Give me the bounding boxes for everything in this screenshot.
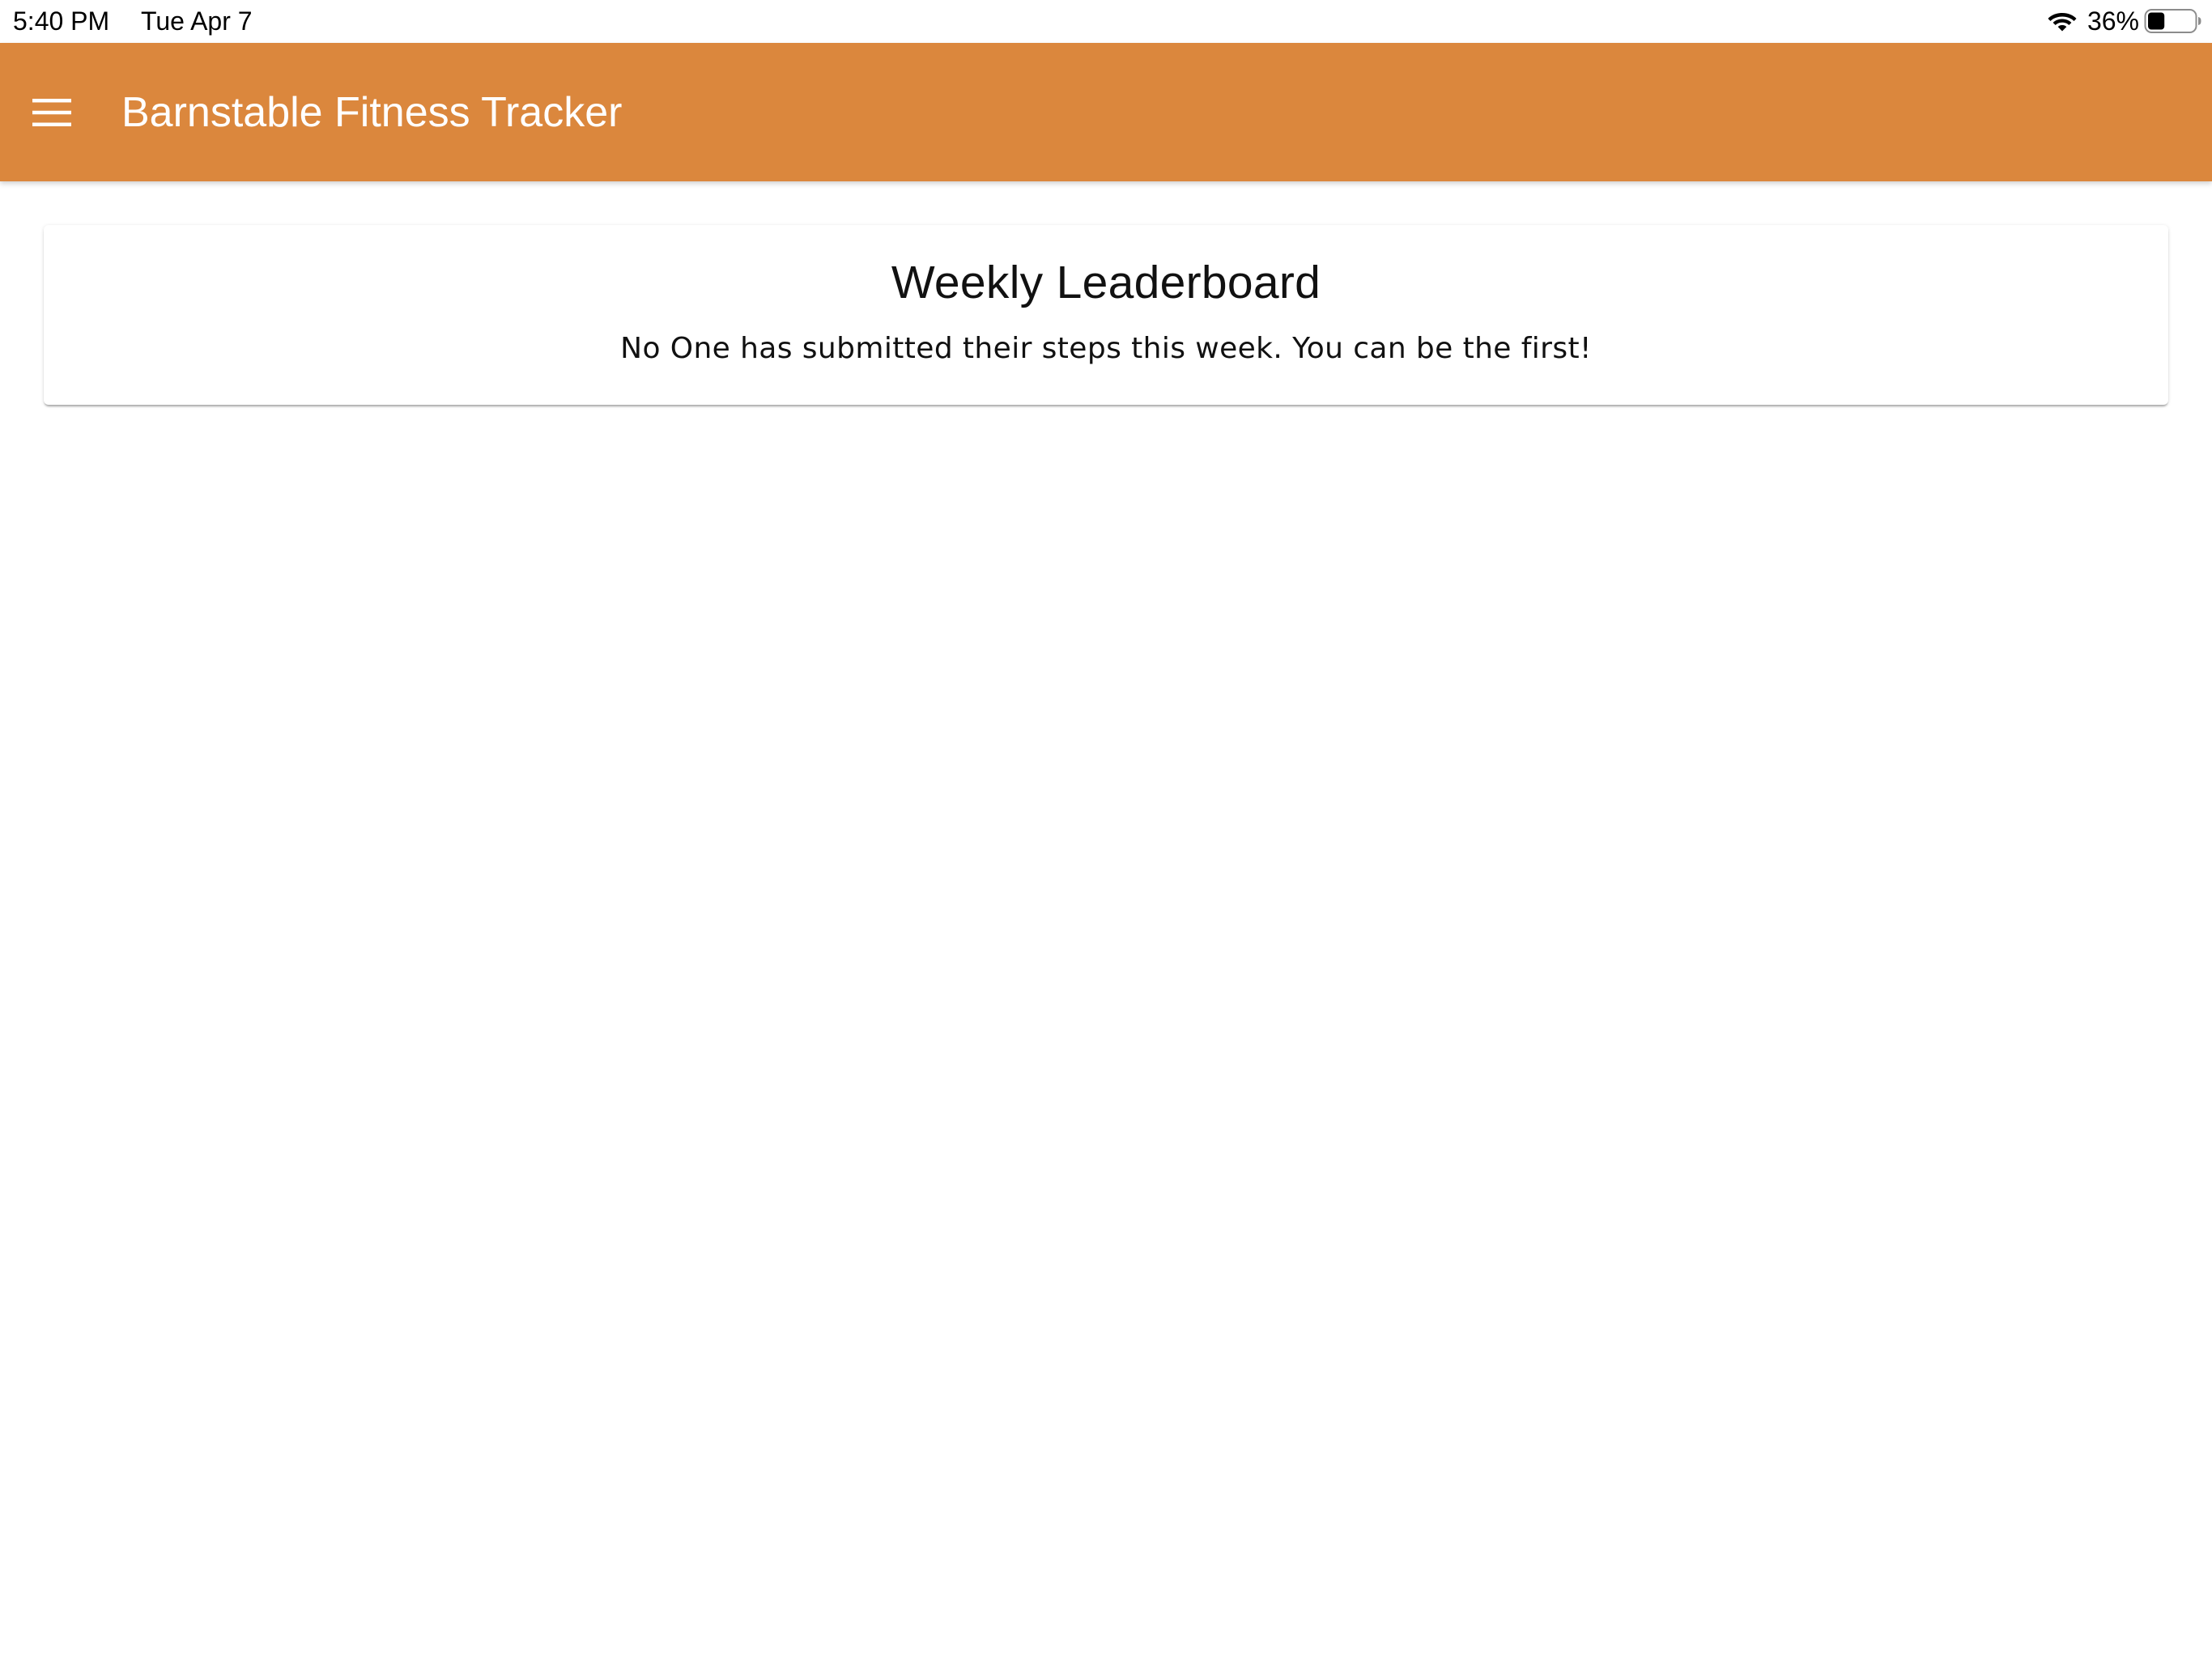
status-date: Tue Apr 7 (141, 6, 253, 36)
battery-fill (2148, 12, 2165, 30)
wifi-icon (2048, 13, 2077, 32)
battery-icon (2144, 9, 2201, 33)
leaderboard-empty-message: No One has submitted their steps this we… (620, 332, 1592, 365)
app-title: Barnstable Fitness Tracker (121, 88, 623, 136)
status-indicators: 36% (2047, 5, 2202, 37)
app-screen: 5:40 PM Tue Apr 7 36% Barnstable Fitness… (0, 0, 2212, 1658)
leaderboard-title: Weekly Leaderboard (891, 257, 1321, 308)
status-time: 5:40 PM (13, 6, 110, 36)
hamburger-menu-icon (32, 98, 71, 126)
status-bar: 5:40 PM Tue Apr 7 36% (0, 0, 2212, 43)
menu-button[interactable] (21, 82, 83, 143)
app-bar: Barnstable Fitness Tracker (0, 43, 2212, 181)
battery-percentage: 36% (2087, 6, 2139, 36)
leaderboard-card: Weekly Leaderboard No One has submitted … (44, 225, 2168, 405)
